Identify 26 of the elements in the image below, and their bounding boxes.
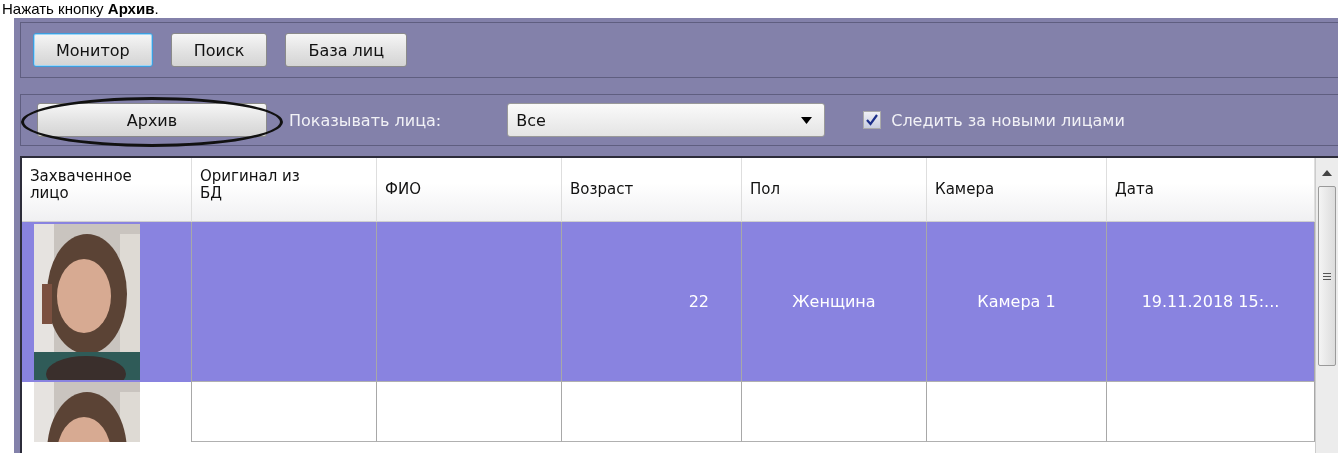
table-cell: 19.11.2018 15:... — [1107, 222, 1315, 382]
column-header[interactable]: Пол — [742, 158, 927, 222]
column-header[interactable]: Камера — [927, 158, 1107, 222]
show-faces-select[interactable]: Все — [507, 103, 826, 137]
scroll-up-icon — [1322, 170, 1332, 176]
column-header[interactable]: Дата — [1107, 158, 1315, 222]
follow-checkbox[interactable] — [863, 111, 882, 129]
archive-button[interactable]: Архив — [37, 103, 267, 137]
column-header[interactable]: ФИО — [377, 158, 562, 222]
nav-button[interactable]: Монитор — [33, 33, 153, 67]
instruction-text: Нажать кнопку Архив. — [1, 0, 160, 18]
column-header[interactable]: Оригинал из БД — [192, 158, 377, 222]
grip-icon — [1323, 272, 1331, 280]
dropdown-caret-icon — [801, 116, 813, 124]
scrollbar-thumb[interactable] — [1318, 186, 1336, 366]
column-header[interactable]: Возраст — [562, 158, 742, 222]
nav-button[interactable]: База лиц — [285, 33, 408, 67]
check-icon — [866, 114, 879, 126]
column-header[interactable]: Захваченное лицо — [22, 158, 192, 222]
table-cell: Камера 1 — [927, 222, 1107, 382]
nav-button[interactable]: Поиск — [170, 33, 268, 67]
table-cell: 22 — [562, 222, 742, 382]
table-cell: Женщина — [742, 222, 927, 382]
show-faces-label: Показывать лица: — [289, 110, 442, 130]
vertical-scrollbar[interactable] — [1315, 158, 1338, 453]
follow-checkbox-label: Следить за новыми лицами — [891, 110, 1125, 130]
